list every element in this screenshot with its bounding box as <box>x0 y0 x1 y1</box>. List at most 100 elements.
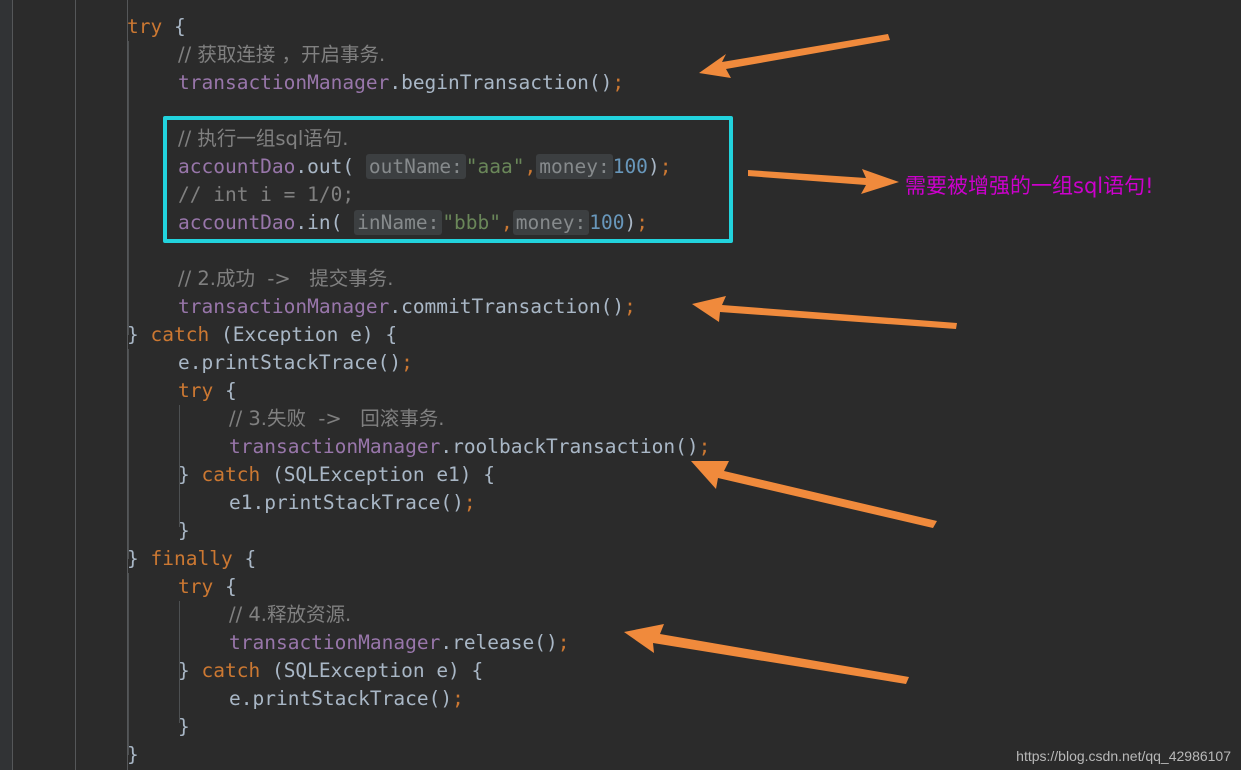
watermark-url: https://blog.csdn.net/qq_42986107 <box>1016 748 1231 764</box>
indent-guide-2 <box>128 349 129 559</box>
brace-close: } <box>127 323 139 346</box>
brace-open: { <box>224 379 237 402</box>
param-hint-money: money: <box>512 210 590 235</box>
dot: . <box>389 295 402 318</box>
dot: . <box>440 435 453 458</box>
code-line-2: // 获取连接 ，开启事务. <box>178 41 385 69</box>
method-release: release <box>452 631 535 654</box>
catch-args-sqlexception-e1: (SQLException e1) <box>271 463 472 486</box>
semicolon: ; <box>401 351 413 374</box>
code-line-23: transactionManager.release(); <box>229 629 570 657</box>
code-line-20: } finally { <box>127 545 256 573</box>
expr-print-stack-trace: e.printStackTrace <box>178 351 378 374</box>
code-line-25: e.printStackTrace(); <box>229 685 464 713</box>
number-100: 100 <box>589 211 625 234</box>
brace-open: { <box>244 547 257 570</box>
code-line-14: try { <box>178 377 237 405</box>
code-line-21: try { <box>178 573 237 601</box>
number-100: 100 <box>612 155 648 178</box>
ident-transaction-manager: transactionManager <box>178 71 390 94</box>
string-aaa: "aaa" <box>465 155 525 178</box>
keyword-try: try <box>178 379 214 402</box>
param-hint-in-name: inName: <box>354 210 443 235</box>
brace-close: } <box>178 715 190 738</box>
semicolon: ; <box>452 687 464 710</box>
code-line-6: accountDao.out( outName: "aaa", money: 100)… <box>178 153 671 181</box>
string-bbb: "bbb" <box>442 211 502 234</box>
code-line-7: // int i = 1/0; <box>178 181 354 209</box>
code-line-16: transactionManager.roolbackTransaction()… <box>229 433 710 461</box>
code-line-11: transactionManager.commitTransaction(); <box>178 293 636 321</box>
comment-get-connection: // 获取连接 ，开启事务. <box>178 43 386 66</box>
comment-release: // 4.释放资源. <box>229 603 352 626</box>
parens: () <box>588 71 613 94</box>
expr-print-stack-trace-e1: e1.printStackTrace <box>229 491 441 514</box>
code-line-24: } catch (SQLException e) { <box>178 657 483 685</box>
code-line-22: // 4.释放资源. <box>229 601 351 629</box>
keyword-catch: catch <box>201 463 261 486</box>
keyword-catch: catch <box>201 659 261 682</box>
comma: , <box>501 211 513 234</box>
semicolon: ; <box>698 435 711 458</box>
brace-close: } <box>178 463 190 486</box>
comma: , <box>524 155 537 178</box>
indent-guide-1 <box>128 41 129 335</box>
param-hint-out-name: outName: <box>365 154 466 179</box>
keyword-try: try <box>127 15 163 38</box>
paren-close: ) <box>624 211 637 234</box>
expr-print-stack-trace: e.printStackTrace <box>229 687 429 710</box>
code-line-8: accountDao.in( inName: "bbb", money: 100); <box>178 209 648 237</box>
parens: () <box>534 631 558 654</box>
semicolon: ; <box>557 631 570 654</box>
dot: . <box>440 631 453 654</box>
semicolon: ; <box>659 155 672 178</box>
parens: () <box>600 295 625 318</box>
brace-open: { <box>224 575 237 598</box>
code-line-19: } <box>178 517 190 545</box>
code-line-27: } <box>127 741 139 769</box>
code-line-18: e1.printStackTrace(); <box>229 489 476 517</box>
brace-open: { <box>483 463 496 486</box>
parens: () <box>377 351 402 374</box>
brace-close: } <box>178 659 190 682</box>
comment-rollback: // 3.失败 -> 回滚事务. <box>229 407 445 430</box>
semicolon: ; <box>636 211 648 234</box>
catch-args-sqlexception-e: (SQLException e) <box>271 659 460 682</box>
semicolon: ; <box>612 71 625 94</box>
brace-open: { <box>471 659 484 682</box>
code-line-1: try { <box>127 13 186 41</box>
ident-transaction-manager: transactionManager <box>229 631 441 654</box>
code-line-13: e.printStackTrace(); <box>178 349 413 377</box>
dot: . <box>295 211 308 234</box>
ident-transaction-manager: transactionManager <box>229 435 441 458</box>
code-area[interactable]: try { // 获取连接 ，开启事务. transactionManager.… <box>0 0 1241 770</box>
method-roolback-transaction: roolbackTransaction <box>452 435 676 458</box>
brace-close: } <box>178 519 190 542</box>
comment-int-i: // int i = 1/0; <box>178 183 355 206</box>
method-in: in <box>307 211 331 234</box>
code-line-10: // 2.成功 -> 提交事务. <box>178 265 394 293</box>
paren-open: ( <box>342 155 366 178</box>
indent-guide-3 <box>128 573 129 755</box>
keyword-catch: catch <box>150 323 210 346</box>
semicolon: ; <box>624 295 636 318</box>
code-line-3: transactionManager.beginTransaction(); <box>178 69 624 97</box>
paren-open: ( <box>330 211 355 234</box>
method-commit-transaction: commitTransaction <box>401 295 601 318</box>
code-line-15: // 3.失败 -> 回滚事务. <box>229 405 445 433</box>
method-begin-transaction: beginTransaction <box>401 71 589 94</box>
annotation-text: 需要被增强的一组sql语句! <box>905 174 1154 198</box>
brace-close: } <box>127 743 139 766</box>
dot: . <box>389 71 402 94</box>
catch-args-exception: (Exception e) <box>220 323 374 346</box>
parens: () <box>675 435 699 458</box>
keyword-finally: finally <box>150 547 233 570</box>
ident-account-dao: accountDao <box>178 211 296 234</box>
code-line-26: } <box>178 713 190 741</box>
parens: () <box>440 491 464 514</box>
ident-account-dao: accountDao <box>178 155 296 178</box>
code-line-12: } catch (Exception e) { <box>127 321 397 349</box>
comment-execute-sql: // 执行一组sql语句. <box>178 127 349 150</box>
brace-close: } <box>127 547 139 570</box>
dot: . <box>295 155 308 178</box>
